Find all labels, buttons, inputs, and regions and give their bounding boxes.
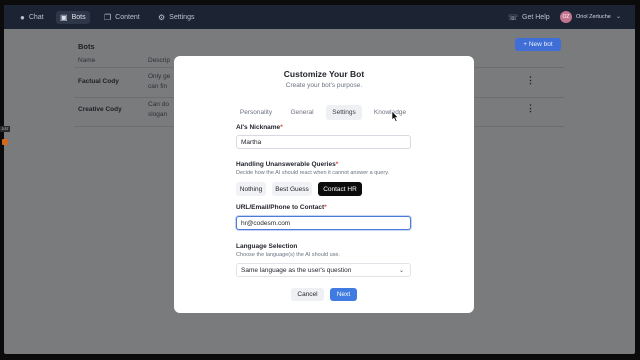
app-icon[interactable]	[2, 139, 8, 145]
nickname-input[interactable]: Martha	[236, 135, 411, 149]
get-help-label: Get Help	[522, 14, 550, 21]
column-header-description: Descrip	[148, 57, 171, 64]
language-label: Language Selection	[236, 243, 298, 250]
modal-subtitle: Create your bot's purpose.	[285, 82, 363, 89]
mouse-cursor-icon	[391, 111, 399, 122]
language-help: Choose the language(s) the AI should use…	[236, 252, 340, 258]
user-name[interactable]: Oriol Zertuche	[576, 14, 611, 20]
top-nav: ● Chat ▣ Bots ❐ Content ⚙ Settings ☏ Get…	[4, 5, 635, 29]
bot-name: Factual Cody	[78, 78, 119, 85]
column-header-name: Name	[78, 57, 96, 64]
contact-label: URL/Email/Phone to Contact*	[236, 204, 327, 211]
get-help-link[interactable]: ☏ Get Help	[504, 11, 554, 24]
help-icon: ☏	[508, 12, 519, 22]
nav-content[interactable]: ❐ Content	[100, 11, 144, 24]
nav-bots[interactable]: ▣ Bots	[56, 11, 90, 24]
more-options-icon[interactable]: ⋮	[526, 75, 535, 86]
bot-name: Creative Cody	[78, 106, 122, 113]
nav-chat-label: Chat	[28, 14, 44, 21]
nav-settings-label: Settings	[169, 14, 195, 21]
page-title: Bots	[78, 42, 95, 51]
tab-settings[interactable]: Settings	[326, 105, 362, 120]
option-contact-hr[interactable]: Contact HR	[318, 182, 362, 196]
chat-icon: ●	[20, 12, 25, 22]
unanswerable-help: Decide how the AI should react when it c…	[236, 170, 390, 176]
cancel-button[interactable]: Cancel	[291, 288, 324, 301]
new-bot-button[interactable]: + New bot	[515, 38, 561, 51]
bot-icon: ▣	[60, 12, 68, 22]
gear-icon: ⚙	[158, 12, 166, 22]
language-select[interactable]: Same language as the user's question ⌄	[236, 263, 411, 277]
chevron-down-icon: ⌄	[398, 268, 404, 274]
tab-knowledge[interactable]: Knowledge	[368, 105, 412, 120]
nav-chat[interactable]: ● Chat	[16, 11, 48, 24]
tab-personality[interactable]: Personality	[236, 105, 276, 120]
language-select-value: Same language as the user's question	[241, 266, 352, 274]
modal-title: Customize Your Bot	[283, 69, 365, 79]
nav-settings[interactable]: ⚙ Settings	[154, 11, 198, 24]
nav-bots-label: Bots	[71, 14, 86, 21]
next-button[interactable]: Next	[330, 288, 357, 301]
option-best-guess[interactable]: Best Guess	[272, 182, 312, 196]
option-nothing[interactable]: Nothing	[236, 182, 266, 196]
more-options-icon[interactable]: ⋮	[526, 103, 535, 114]
side-badge: 2:37	[0, 126, 10, 132]
unanswerable-label: Handling Unanswerable Queries*	[236, 161, 339, 168]
nav-content-label: Content	[115, 14, 140, 21]
customize-bot-modal: Customize Your Bot Create your bot's pur…	[174, 56, 474, 313]
nickname-label: AI's Nickname*	[236, 124, 283, 131]
chevron-down-icon[interactable]: ⌄	[616, 13, 621, 20]
tab-general[interactable]: General	[286, 105, 318, 120]
app-window: ● Chat ▣ Bots ❐ Content ⚙ Settings ☏ Get…	[4, 5, 635, 354]
contact-input[interactable]: hr@codesm.com	[236, 216, 411, 230]
content-icon: ❐	[104, 12, 112, 22]
avatar[interactable]: OZ	[560, 11, 572, 23]
